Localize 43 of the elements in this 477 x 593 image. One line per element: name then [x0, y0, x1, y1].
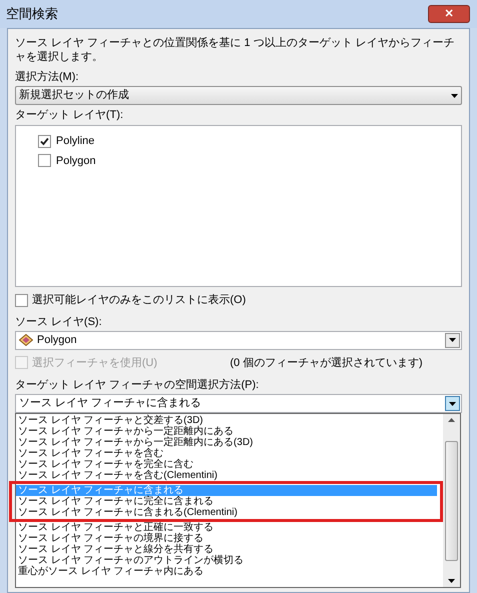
scroll-up-icon[interactable] [448, 418, 455, 422]
scrollbar[interactable] [443, 414, 460, 587]
field-label: ターゲット レイヤ フィーチャの空間選択方法(P): [15, 378, 260, 393]
dropdown-option[interactable]: ソース レイヤ フィーチャから一定距離内にある [16, 426, 443, 437]
checkbox-label: 選択可能レイヤのみをこのリストに表示(O) [32, 293, 246, 308]
dropdown-arrow-button[interactable] [445, 396, 460, 411]
dropdown-option[interactable]: ソース レイヤ フィーチャを含む [16, 448, 443, 459]
spatial-method-dropdown[interactable]: ソース レイヤ フィーチャに含まれる [15, 394, 462, 413]
dropdown-option[interactable]: ソース レイヤ フィーチャから一定距離内にある(3D) [16, 437, 443, 448]
layer-name: Polyline [56, 134, 95, 149]
field-label: 選択方法(M): [15, 70, 80, 85]
caret-icon [451, 94, 458, 98]
window-title: 空間検索 [6, 5, 58, 24]
dropdown-option[interactable]: ソース レイヤ フィーチャと交差する(3D) [16, 415, 443, 426]
dropdown-value: Polygon [37, 332, 77, 348]
field-label: ソース レイヤ(S): [15, 314, 103, 330]
checkbox[interactable] [15, 294, 28, 307]
dropdown-option[interactable]: ソース レイヤ フィーチャを含む(Clementini) [16, 470, 443, 481]
caret-icon [449, 338, 456, 342]
description-text: ソース レイヤ フィーチャとの位置関係を基に 1 つ以上のターゲット レイヤからフィーチャを選択します。 [15, 36, 456, 64]
close-button[interactable]: ✕ [428, 5, 470, 23]
checkbox[interactable] [38, 154, 51, 168]
dropdown-option[interactable]: ソース レイヤ フィーチャのアウトラインが横切る [16, 555, 443, 566]
dropdown-option[interactable]: ソース レイヤ フィーチャと正確に一致する [16, 522, 443, 533]
dropdown-option[interactable]: ソース レイヤ フィーチャと線分を共有する [16, 544, 443, 555]
dropdown-option[interactable]: ソース レイヤ フィーチャに完全に含まれる [16, 496, 437, 507]
scroll-down-icon [448, 579, 455, 583]
field-label: ターゲット レイヤ(T): [15, 108, 124, 123]
selection-method-dropdown[interactable]: 新規選択セットの作成 [15, 86, 462, 105]
layer-name: Polygon [56, 154, 96, 168]
caret-icon [449, 402, 456, 406]
dropdown-value: ソース レイヤ フィーチャに含まれる [19, 396, 202, 412]
scrollbar-thumb[interactable] [445, 440, 458, 560]
polygon-layer-icon [19, 334, 33, 346]
dropdown-arrow-button[interactable] [445, 332, 460, 348]
selection-count-text: (0 個のフィーチャが選択されています) [230, 356, 422, 370]
checkbox[interactable] [38, 134, 51, 148]
source-layer-dropdown[interactable]: Polygon [15, 330, 462, 350]
dropdown-option[interactable]: ソース レイヤ フィーチャに含まれる(Clementini) [16, 507, 437, 518]
dropdown-option[interactable]: ソース レイヤ フィーチャの境界に接する [16, 533, 443, 544]
dropdown-option[interactable]: ソース レイヤ フィーチャを完全に含む [16, 459, 443, 470]
checkbox-label: 選択フィーチャを使用(U) [32, 356, 158, 370]
dropdown-option[interactable]: 重心がソース レイヤ フィーチャ内にある [16, 566, 443, 577]
